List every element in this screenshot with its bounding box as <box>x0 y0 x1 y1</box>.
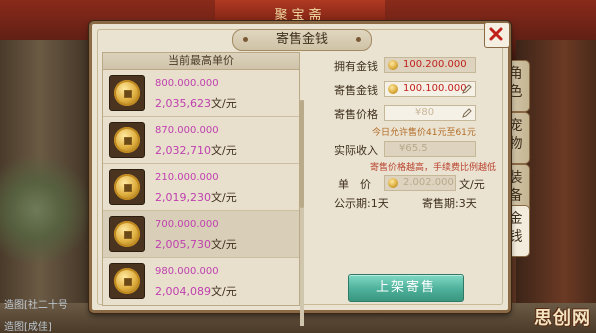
list-for-sale-button[interactable]: 上架寄售 <box>348 274 464 302</box>
close-button[interactable] <box>484 22 510 48</box>
public-period: 公示期:1天 <box>334 197 389 210</box>
sell-amount-input[interactable]: 100.100.000 <box>384 81 476 97</box>
unit-price-field: 2.002.000 <box>384 175 456 191</box>
row-amount: 870.000.000 <box>155 125 219 136</box>
copper-coin-icon <box>114 221 140 247</box>
unit-price-value: 2.002.000 <box>403 177 454 188</box>
price-list-header: 当前最高单价 <box>103 53 299 70</box>
title-ornament-right <box>356 37 361 42</box>
panel-title-bar: 寄售金钱 <box>232 29 372 51</box>
row-amount: 700.000.000 <box>155 219 219 230</box>
row-amount: 210.000.000 <box>155 172 219 183</box>
income-value: ¥65.5 <box>399 143 428 154</box>
row-price-value: 2,035,623 <box>155 97 211 110</box>
price-list-row[interactable]: 700.000.000 2,005,730文/元 <box>103 211 299 258</box>
sell-price-value: ¥80 <box>415 107 435 118</box>
copper-coin-icon <box>114 80 140 106</box>
income-field: ¥65.5 <box>384 141 476 157</box>
bg-npc-label-2: 造图[成佳] <box>4 322 52 333</box>
row-amount: 980.000.000 <box>155 266 219 277</box>
price-list-row[interactable]: 980.000.000 2,004,089文/元 <box>103 258 299 304</box>
row-price-unit: 文/元 <box>210 97 237 110</box>
row-price-value: 2,032,710 <box>155 144 211 157</box>
coin-icon <box>388 60 398 70</box>
panel-title: 寄售金钱 <box>275 32 328 47</box>
price-list-row[interactable]: 210.000.000 2,019,230文/元 <box>103 164 299 211</box>
list-scrollbar[interactable] <box>300 100 304 326</box>
row-price: 2,004,089文/元 <box>155 283 237 299</box>
sell-amount-value: 100.100.000 <box>403 83 467 94</box>
coin-icon <box>388 84 398 94</box>
pencil-icon <box>462 108 472 118</box>
sell-price-input[interactable]: ¥80 <box>384 105 476 121</box>
consign-money-panel: 寄售金钱 当前最高单价 800.000.000 2,035,623文/元 870… <box>89 21 511 326</box>
row-price-unit: 文/元 <box>210 238 237 251</box>
coin-item-slot <box>109 169 145 205</box>
income-label: 实际收入 <box>334 144 378 157</box>
coin-item-slot <box>109 122 145 158</box>
row-price-value: 2,004,089 <box>155 285 211 298</box>
row-price-value: 2,019,230 <box>155 191 211 204</box>
bg-npc-label-1: 造图[社二十号 <box>4 300 68 311</box>
row-price: 2,032,710文/元 <box>155 142 237 158</box>
coin-item-slot <box>109 263 145 299</box>
sell-amount-label: 寄售金钱 <box>334 84 378 97</box>
coin-icon <box>388 178 398 188</box>
row-price: 2,035,623文/元 <box>155 95 237 111</box>
copper-coin-icon <box>114 127 140 153</box>
close-x-icon <box>489 27 503 41</box>
unit-price-label: 单 价 <box>338 178 371 191</box>
tree-scenery <box>0 150 90 270</box>
owned-money-field: 100.200.000 <box>384 57 476 73</box>
sell-price-label: 寄售价格 <box>334 108 378 121</box>
site-watermark: 思创网 <box>534 308 591 329</box>
copper-coin-icon <box>114 174 140 200</box>
pencil-icon <box>462 84 472 94</box>
price-list: 当前最高单价 800.000.000 2,035,623文/元 870.000.… <box>102 52 304 326</box>
row-price: 2,019,230文/元 <box>155 189 237 205</box>
price-list-row[interactable]: 800.000.000 2,035,623文/元 <box>103 70 299 117</box>
row-price-unit: 文/元 <box>210 144 237 157</box>
owned-money-value: 100.200.000 <box>403 59 467 70</box>
coin-item-slot <box>109 75 145 111</box>
row-price: 2,005,730文/元 <box>155 236 237 252</box>
copper-coin-icon <box>114 268 140 294</box>
unit-price-unit: 文/元 <box>459 178 485 191</box>
price-list-row[interactable]: 870.000.000 2,032,710文/元 <box>103 117 299 164</box>
owned-money-label: 拥有金钱 <box>334 60 378 73</box>
title-ornament-left <box>243 37 248 42</box>
price-range-hint: 今日允许售价41元至61元 <box>372 128 476 138</box>
row-price-value: 2,005,730 <box>155 238 211 251</box>
row-amount: 800.000.000 <box>155 78 219 89</box>
sell-period: 寄售期:3天 <box>422 197 477 210</box>
row-price-unit: 文/元 <box>210 285 237 298</box>
fee-hint: 寄售价格越高，手续费比例越低 <box>370 163 497 173</box>
coin-item-slot <box>109 216 145 252</box>
list-scrollbar-thumb[interactable] <box>300 100 304 208</box>
row-price-unit: 文/元 <box>210 191 237 204</box>
